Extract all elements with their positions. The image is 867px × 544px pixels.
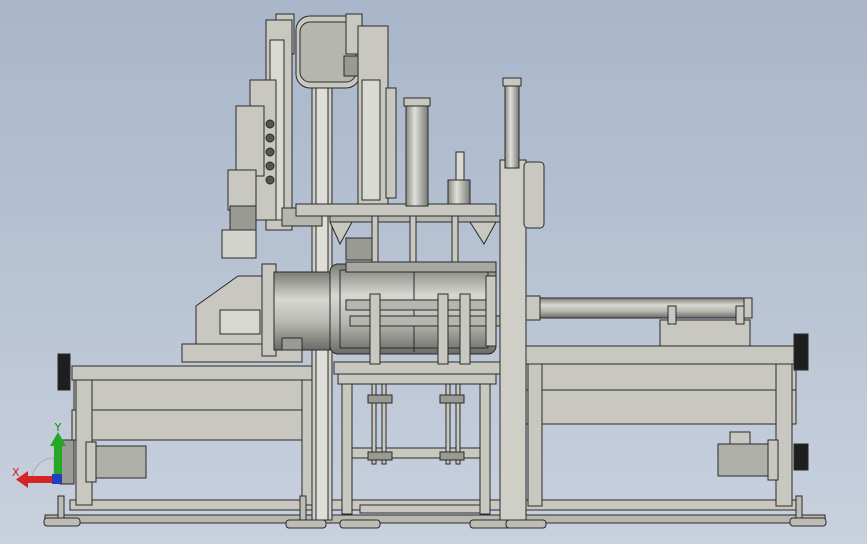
- servo-motor-right[interactable]: [717, 431, 809, 481]
- cad-viewport[interactable]: Y X: [0, 0, 867, 544]
- orientation-triad: Y X: [12, 421, 66, 488]
- z-axis-arrow: [52, 474, 62, 484]
- y-axis-label: Y: [54, 421, 62, 434]
- rotary-drive-unit[interactable]: [181, 263, 331, 363]
- horizontal-actuator[interactable]: [525, 295, 753, 347]
- main-drum[interactable]: [329, 261, 501, 365]
- x-axis-label: X: [12, 466, 20, 479]
- base-frame[interactable]: [44, 345, 826, 524]
- top-drive-head[interactable]: [275, 13, 397, 207]
- assembly-model[interactable]: [0, 0, 867, 544]
- vertical-actuator[interactable]: [403, 97, 471, 207]
